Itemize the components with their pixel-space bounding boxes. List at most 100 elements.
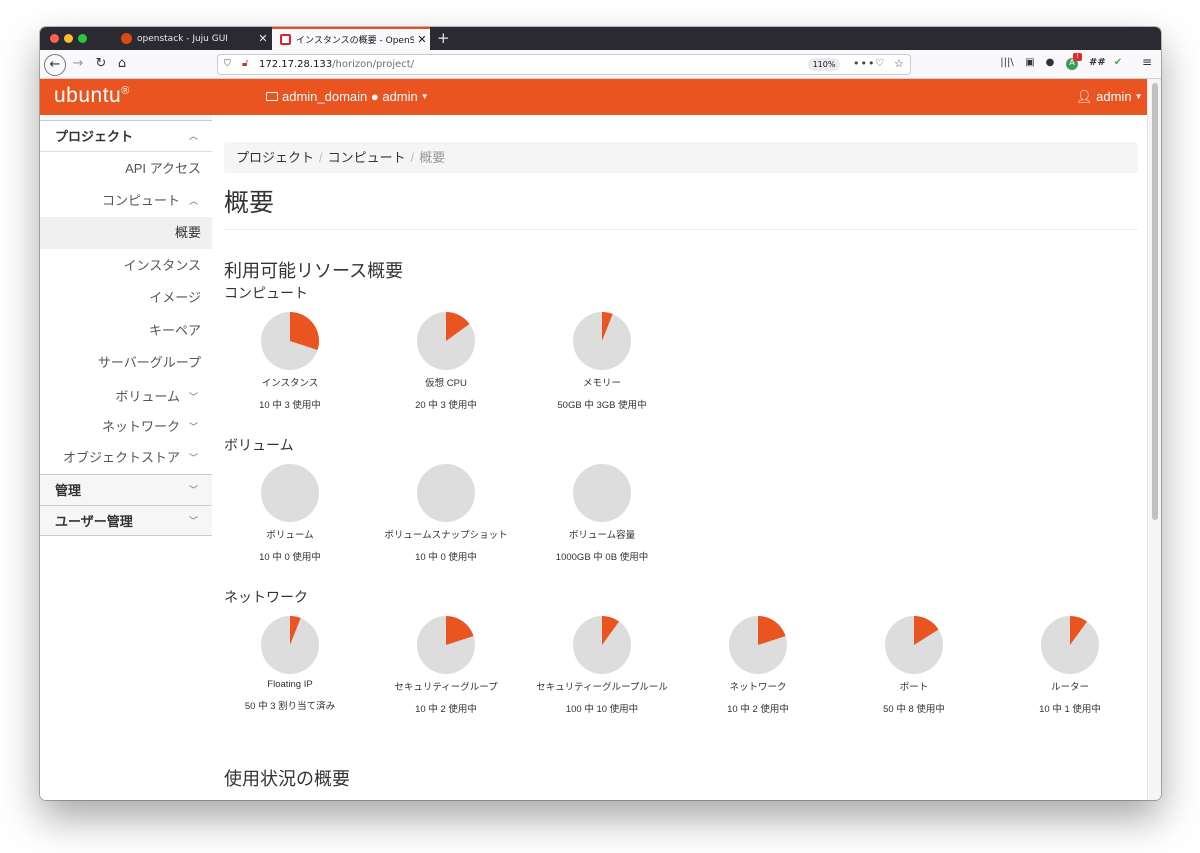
sidebar-item-instances[interactable]: インスタンス (40, 250, 212, 282)
sidebar-group-compute[interactable]: コンピュート ︿ (40, 186, 212, 216)
quota-pie-compute-0: インスタンス 10 中 3 使用中 (224, 311, 368, 411)
chevron-down-icon: ﹀ (188, 392, 198, 402)
sidebar-item-images[interactable]: イメージ (40, 282, 212, 314)
sidebar-item-api-access[interactable]: API アクセス (40, 153, 212, 185)
insecure-lock-icon[interactable]: 🔓︎ (242, 58, 248, 69)
quota-pie-network-3: ネットワーク 10 中 2 使用中 (680, 615, 836, 715)
extension-grid-icon[interactable]: ## (1089, 57, 1106, 68)
browser-tab-juju[interactable]: openstack - Juju GUI ✕ (113, 27, 271, 50)
user-menu-label: admin (1096, 89, 1132, 104)
reload-icon[interactable]: ↻ (92, 55, 110, 73)
tab-title: openstack - Juju GUI (137, 33, 228, 44)
pie-usage-text: 50 中 8 使用中 (883, 704, 945, 715)
sidebar-item-overview[interactable]: 概要 (40, 217, 212, 249)
tab-title: インスタンスの概要 - OpenStack (296, 36, 414, 46)
project-selector-dropdown[interactable]: admin_domain ● admin ▼ (266, 89, 429, 104)
quota-pie-volume-0: ボリューム 10 中 0 使用中 (224, 463, 368, 563)
browser-tab-overview[interactable]: インスタンスの概要 - OpenStack ✕ (272, 27, 430, 50)
url-bar[interactable]: ⛉ 🔓︎ 172.17.28.133/horizon/project/ 110%… (217, 54, 911, 75)
sidebar-group-volumes[interactable]: ボリューム ﹀ (40, 382, 212, 412)
brand-text: ubuntu (54, 84, 122, 107)
pie-label: ボリューム (266, 530, 314, 541)
home-icon[interactable]: ⌂ (113, 55, 131, 73)
openstack-favicon-icon (280, 34, 291, 45)
close-tab-icon[interactable]: ✕ (414, 33, 430, 46)
sidebar-nav: プロジェクト ︿ API アクセス コンピュート ︿ 概要 インスタンス イメー… (40, 115, 212, 800)
pie-usage-text: 10 中 0 使用中 (415, 552, 477, 563)
window-close-button[interactable] (50, 34, 59, 43)
scrollbar-thumb[interactable] (1152, 83, 1158, 520)
pie-chart (885, 616, 943, 674)
account-icon[interactable]: ● (1043, 57, 1057, 68)
pie-label: 仮想 CPU (425, 378, 467, 389)
window-minimize-button[interactable] (64, 34, 73, 43)
pie-chart (261, 464, 319, 522)
quota-pie-network-2: セキュリティーグループルール 100 中 10 使用中 (524, 615, 680, 715)
page-actions-icon[interactable]: ••• (853, 57, 875, 70)
pie-label: セキュリティーグループ (394, 682, 498, 693)
library-icon[interactable]: |||\ (1000, 57, 1014, 68)
pie-label: メモリー (582, 378, 621, 389)
close-tab-icon[interactable]: ✕ (255, 32, 271, 45)
pie-chart (573, 616, 631, 674)
quota-pie-compute-2: メモリー 50GB 中 3GB 使用中 (524, 311, 680, 411)
pie-chart (417, 464, 475, 522)
hamburger-menu-icon[interactable]: ≡ (1140, 55, 1154, 69)
main-content: プロジェクト / コンピュート / 概要 概要 利用可能リソース概要 コンピュート ボリ… (224, 115, 1139, 800)
sidebar-item-key-pairs[interactable]: キーペア (40, 315, 212, 347)
back-arrow-icon[interactable]: ← (44, 54, 66, 76)
ubuntu-favicon-icon (121, 33, 132, 44)
pie-chart (261, 616, 319, 674)
sidebar-group-network[interactable]: ネットワーク ﹀ (40, 412, 212, 442)
breadcrumb-project[interactable]: プロジェクト (236, 150, 314, 165)
breadcrumb-separator: / (319, 150, 323, 165)
pie-usage-text: 10 中 3 使用中 (259, 400, 321, 411)
app-header: ubuntu® admin_domain ● admin ▼ 👤︎ admin ▼ (40, 79, 1147, 115)
pie-chart (261, 312, 319, 370)
bookmark-star-icon[interactable]: ☆ (894, 57, 904, 70)
pie-usage-text: 1000GB 中 0B 使用中 (555, 552, 649, 563)
user-menu-dropdown[interactable]: 👤︎ admin ▼ (1076, 89, 1142, 105)
pie-label: インスタンス (261, 378, 319, 389)
page-scrollbar[interactable] (1147, 79, 1161, 800)
quota-pie-volume-2: ボリューム容量 1000GB 中 0B 使用中 (524, 463, 680, 563)
zoom-level-badge[interactable]: 110% (808, 58, 840, 71)
project-list-icon (266, 92, 278, 101)
sidebar-item-server-groups[interactable]: サーバーグループ (40, 347, 212, 379)
window-maximize-button[interactable] (78, 34, 87, 43)
quota-pie-volume-1: ボリュームスナップショット 10 中 0 使用中 (368, 463, 524, 563)
usage-summary-heading: 使用状況の概要 (224, 769, 350, 789)
sidebar-section-label: ユーザー管理 (55, 514, 133, 529)
breadcrumb-compute[interactable]: コンピュート (328, 150, 406, 165)
new-tab-icon[interactable]: + (437, 29, 450, 47)
browser-window: openstack - Juju GUI ✕ インスタンスの概要 - OpenS… (40, 27, 1161, 800)
sidebar-group-object-store[interactable]: オブジェクトストア ﹀ (40, 443, 212, 473)
brand-mark-icon: ® (121, 85, 130, 97)
limits-heading: 利用可能リソース概要 (224, 261, 404, 281)
ubuntu-logo[interactable]: ubuntu® (54, 84, 130, 108)
shield-check-icon[interactable]: ✔ (1111, 57, 1125, 68)
user-icon: 👤︎ (1076, 89, 1093, 104)
breadcrumb: プロジェクト / コンピュート / 概要 (224, 142, 1138, 173)
sidebar-group-label: ボリューム (115, 389, 180, 404)
pie-background (261, 464, 319, 522)
chevron-down-icon: ﹀ (188, 453, 198, 463)
quota-pie-compute-1: 仮想 CPU 20 中 3 使用中 (368, 311, 524, 411)
sidebar-section-identity[interactable]: ユーザー管理 ﹀ (40, 505, 212, 536)
sidebar-group-label: ネットワーク (101, 419, 180, 434)
navigation-bar: ← → ↻ ⌂ ⛉ 🔓︎ 172.17.28.133/horizon/proje… (40, 50, 1161, 79)
sidebar-section-project[interactable]: プロジェクト ︿ (40, 121, 212, 152)
compute-heading: コンピュート (224, 285, 308, 301)
tracking-shield-icon[interactable]: ⛉ (224, 59, 231, 69)
url-text[interactable]: 172.17.28.133/horizon/project/ (259, 59, 414, 70)
pie-label: ボリューム容量 (568, 530, 636, 541)
pocket-icon[interactable]: ♡ (875, 58, 884, 69)
chevron-up-icon: ︿ (188, 196, 198, 206)
pie-label: ポート (899, 682, 929, 693)
sidebar-section-label: 管理 (55, 483, 82, 498)
pie-label: ボリュームスナップショット (384, 530, 508, 541)
sidebar-section-admin[interactable]: 管理 ﹀ (40, 474, 212, 505)
pie-label: Floating IP (267, 679, 313, 690)
forward-arrow-icon[interactable]: → (69, 55, 87, 73)
sidebar-toggle-icon[interactable]: ▣ (1023, 57, 1037, 68)
